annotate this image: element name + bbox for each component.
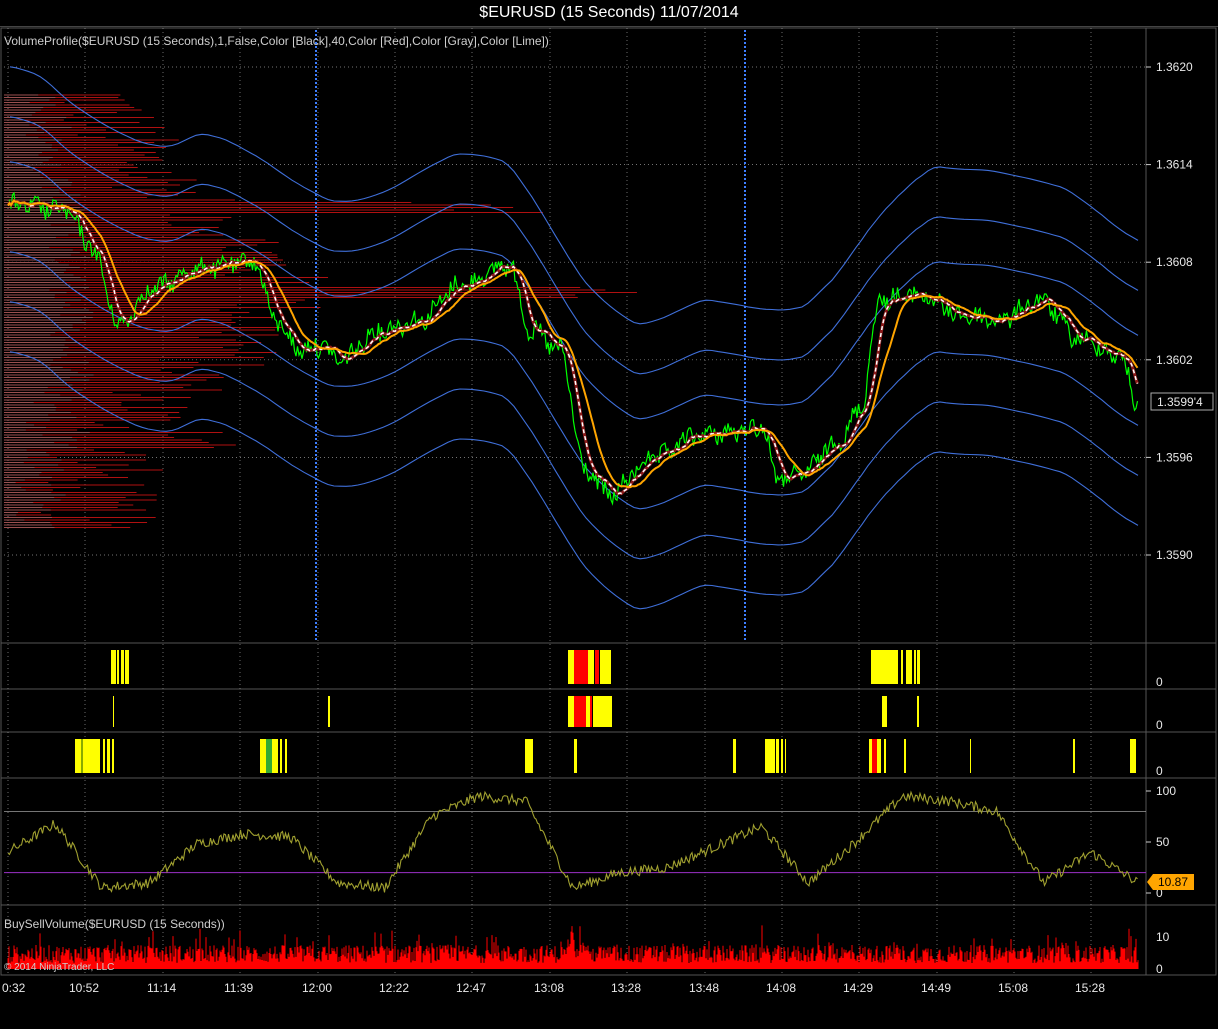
signal-zero-label: 0 xyxy=(1156,718,1163,732)
value-badges: 1.3599'4 10.87 xyxy=(1147,392,1214,890)
signal-bar xyxy=(121,650,124,684)
signal-bar xyxy=(869,739,872,773)
x-tick-label: 13:28 xyxy=(611,981,641,995)
signal-bar xyxy=(901,650,903,684)
x-tick-label: 15:08 xyxy=(998,981,1028,995)
osc-y-tick: 100 xyxy=(1156,784,1176,798)
last-value-label: 10.87 xyxy=(1158,875,1188,889)
y-tick-label: 1.3614 xyxy=(1156,158,1193,172)
oscillator-panel xyxy=(4,790,1151,894)
signal-bar xyxy=(914,650,916,684)
signal-bar xyxy=(75,739,81,773)
x-tick-label: 14:08 xyxy=(766,981,796,995)
signal-bar xyxy=(884,739,886,773)
signal-bar xyxy=(285,739,287,773)
signal-bar xyxy=(590,696,592,727)
signal-bar xyxy=(917,696,919,727)
copyright-label: © 2014 NinjaTrader, LLC xyxy=(4,962,114,973)
volume-bars xyxy=(7,925,1139,969)
signal-bar xyxy=(574,739,577,773)
signal-bar xyxy=(260,739,266,773)
x-tick-label: 11:14 xyxy=(147,981,176,995)
vol-y-tick: 0 xyxy=(1156,962,1163,976)
signal-bar xyxy=(595,650,599,684)
signal-zero-label: 0 xyxy=(1156,764,1163,778)
signal-bar xyxy=(733,739,736,773)
signal-bar xyxy=(272,739,278,773)
x-tick-label: 14:49 xyxy=(921,981,951,995)
oscillator-line xyxy=(7,790,1138,893)
vol-y-tick: 10 xyxy=(1156,930,1170,944)
signal-bar xyxy=(1073,739,1075,773)
signal-bar xyxy=(586,696,590,727)
signal-bar xyxy=(885,696,887,727)
x-tick-label: 0:32 xyxy=(2,981,26,995)
signal-bar xyxy=(776,739,779,773)
x-tick-label: 12:00 xyxy=(302,981,332,995)
y-tick-label: 1.3596 xyxy=(1156,450,1193,464)
signal-bar xyxy=(871,650,898,684)
signal-bar xyxy=(328,696,330,727)
signal-bar xyxy=(83,739,100,773)
signal-bar xyxy=(917,650,920,684)
y-tick-label: 1.3620 xyxy=(1156,60,1193,74)
signal-bar xyxy=(904,739,906,773)
signal-bar xyxy=(117,650,119,684)
panel-frames xyxy=(0,27,1217,976)
signal-zero-label: 0 xyxy=(1156,675,1163,689)
signal-bar xyxy=(906,650,912,684)
axes: VolumeProfile($EURUSD (15 Seconds),1,Fal… xyxy=(2,34,1193,995)
volume-indicator-label: BuySellVolume($EURUSD (15 Seconds)) xyxy=(4,917,225,931)
x-tick-label: 14:29 xyxy=(843,981,873,995)
signal-bar xyxy=(280,739,282,773)
x-tick-label: 13:48 xyxy=(689,981,719,995)
y-tick-label: 1.3608 xyxy=(1156,255,1193,269)
y-tick-label: 1.3590 xyxy=(1156,548,1193,562)
osc-y-tick: 50 xyxy=(1156,835,1170,849)
signal-bar xyxy=(1130,739,1136,773)
signal-panels xyxy=(75,650,1136,773)
signal-bar xyxy=(125,650,129,684)
signal-bar xyxy=(970,739,971,773)
last-price-label: 1.3599'4 xyxy=(1157,395,1203,409)
signal-bar xyxy=(593,696,612,727)
signal-bar xyxy=(266,739,272,773)
x-tick-label: 13:08 xyxy=(534,981,564,995)
signal-bar xyxy=(568,696,574,727)
y-tick-label: 1.3602 xyxy=(1156,353,1193,367)
signal-bar xyxy=(112,739,114,773)
signal-bar xyxy=(882,696,885,727)
signal-bar xyxy=(588,650,594,684)
signal-bar xyxy=(765,739,775,773)
signal-bar xyxy=(877,739,881,773)
signal-bar xyxy=(600,650,611,684)
price-indicator-label: VolumeProfile($EURUSD (15 Seconds),1,Fal… xyxy=(4,34,549,48)
chart-canvas[interactable]: VolumeProfile($EURUSD (15 Seconds),1,Fal… xyxy=(0,0,1218,1029)
signal-bar xyxy=(781,739,783,773)
signal-bar xyxy=(574,696,586,727)
signal-bar xyxy=(785,739,786,773)
signal-bar xyxy=(525,739,533,773)
signal-bar xyxy=(111,650,116,684)
ema-slow-line xyxy=(7,199,1139,489)
panel-frame-s3 xyxy=(0,731,1147,779)
signal-bar xyxy=(113,696,114,727)
x-tick-label: 15:28 xyxy=(1075,981,1105,995)
signal-bar xyxy=(103,739,105,773)
x-tick-label: 10:52 xyxy=(69,981,99,995)
signal-bar xyxy=(574,650,588,684)
x-tick-label: 12:22 xyxy=(379,981,409,995)
x-tick-label: 11:39 xyxy=(224,981,253,995)
x-tick-label: 12:47 xyxy=(456,981,486,995)
signal-bar xyxy=(81,739,83,773)
signal-bar xyxy=(872,739,877,773)
signal-bar xyxy=(107,739,110,773)
signal-bar xyxy=(568,650,574,684)
